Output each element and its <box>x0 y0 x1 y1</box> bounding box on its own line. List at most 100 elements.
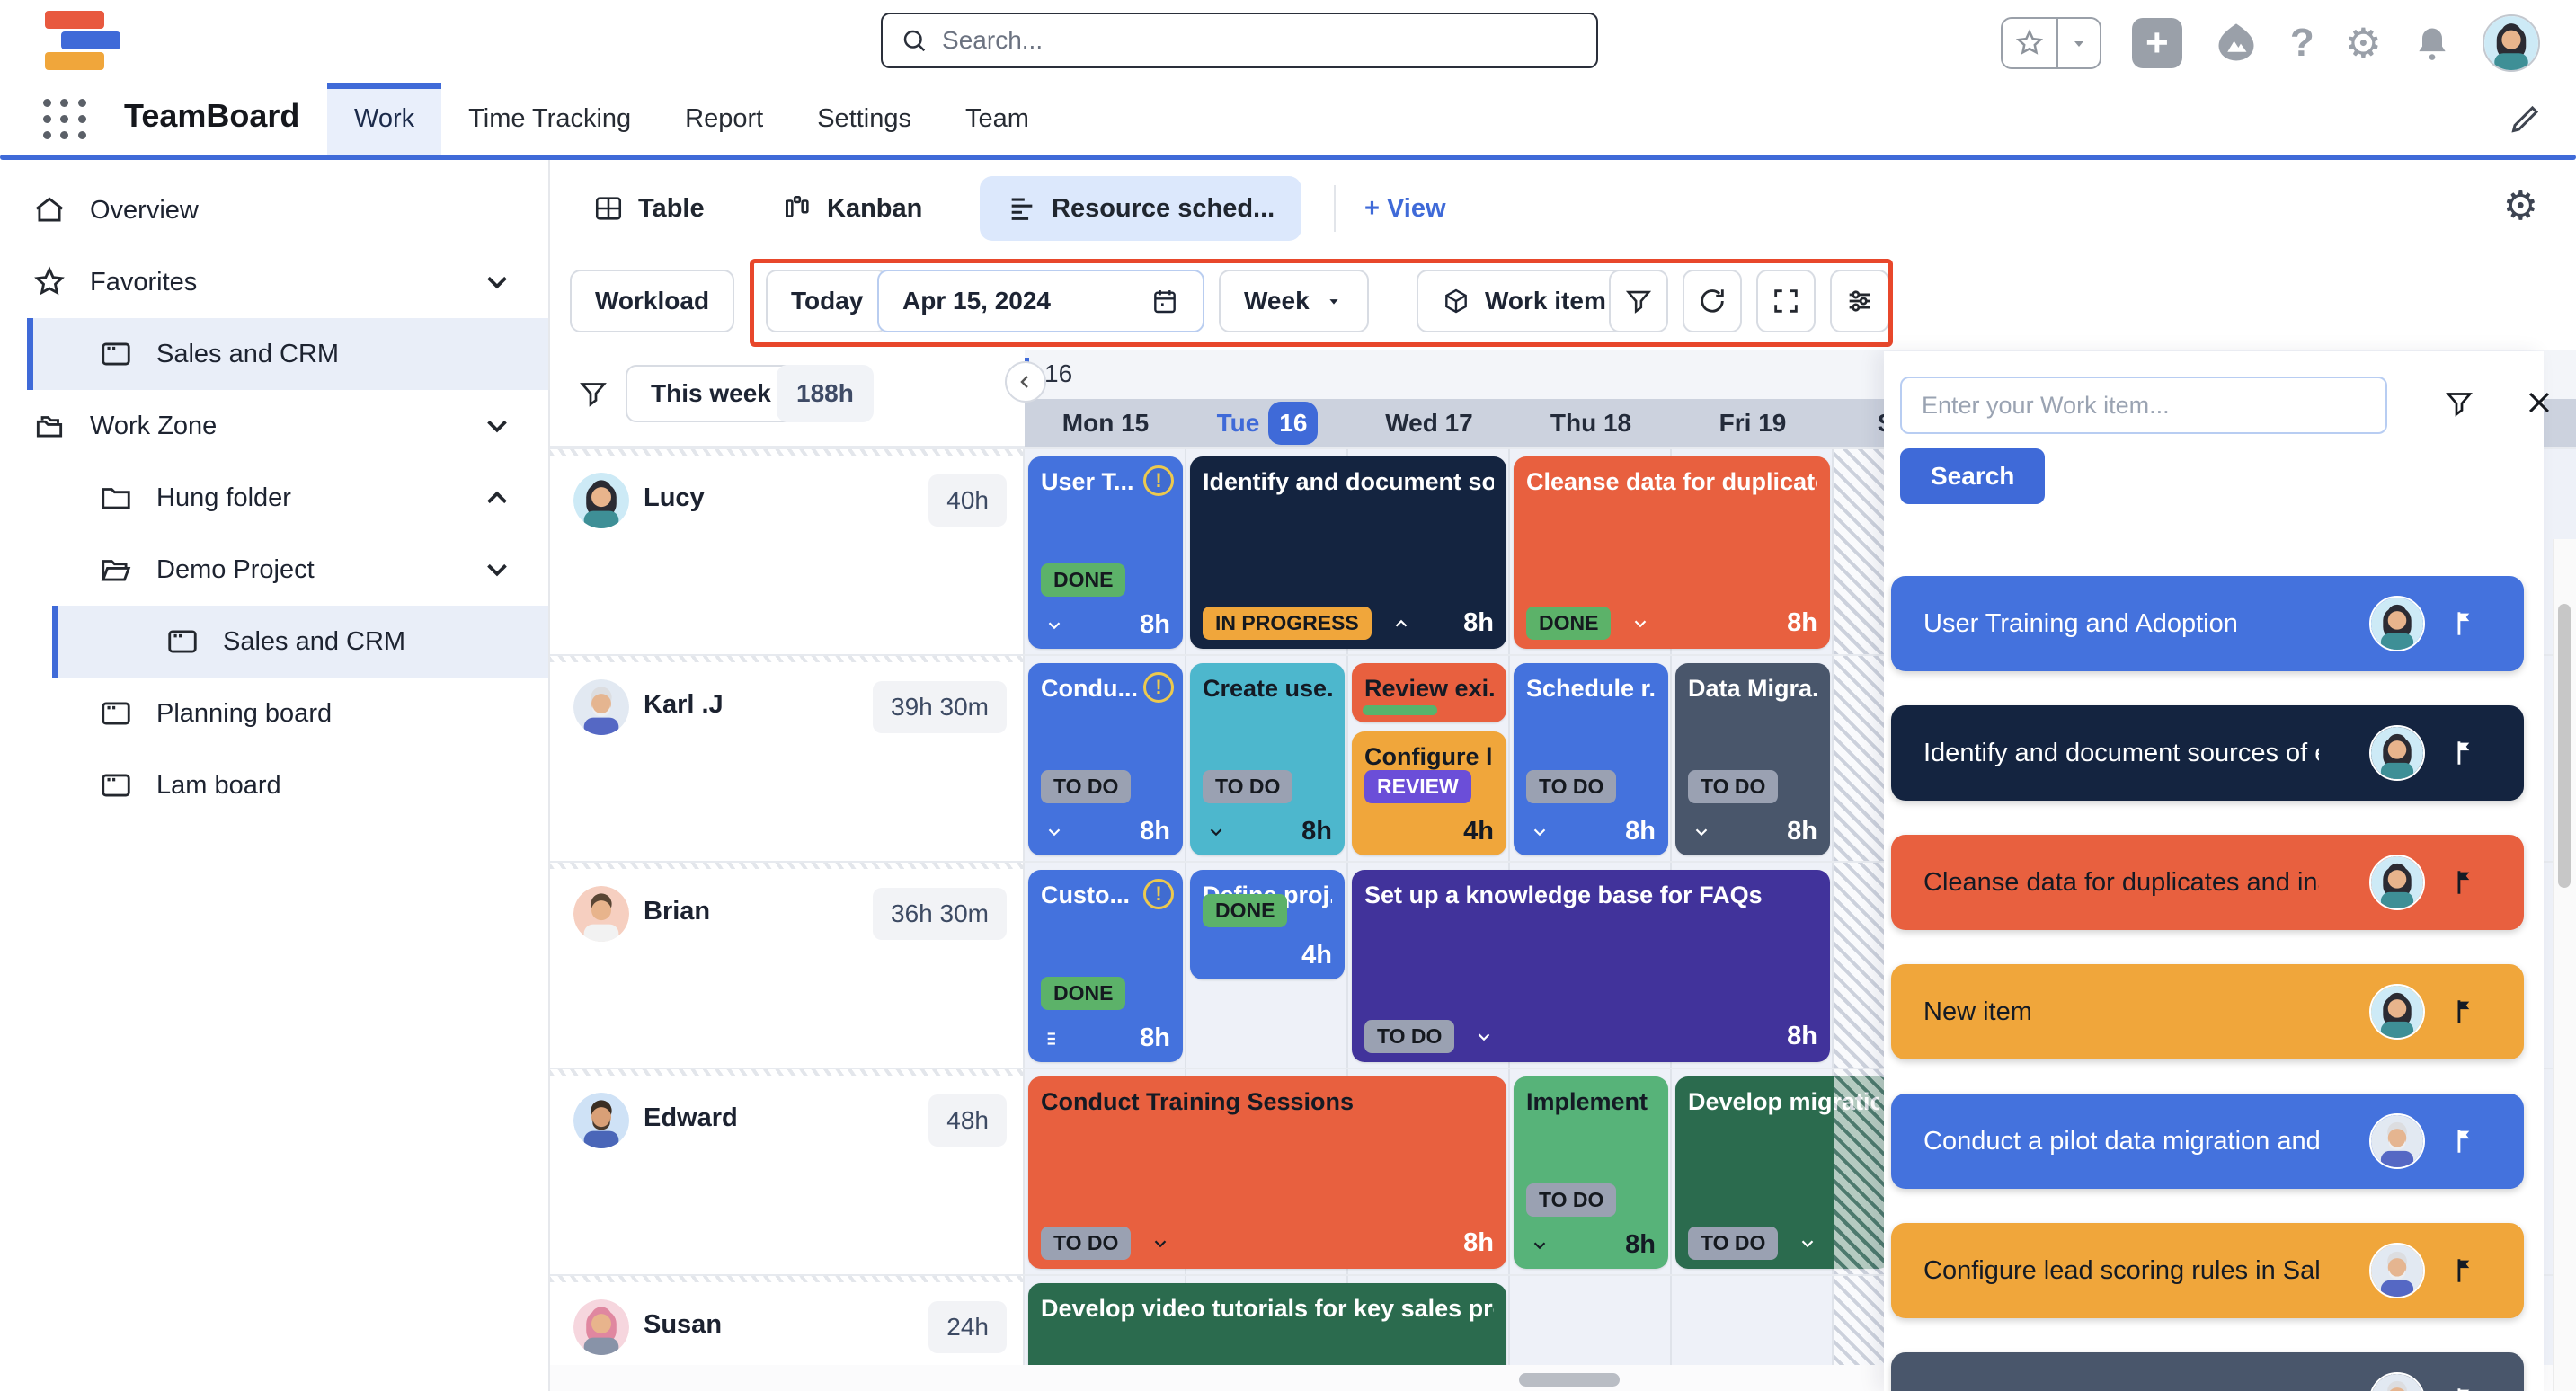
help-icon[interactable]: ? <box>2290 21 2314 66</box>
panel-work-item-user-training-and-adoption[interactable]: User Training and Adoption <box>1891 576 2524 671</box>
day-header-tue16: Tue16 <box>1186 399 1348 447</box>
star-icon[interactable] <box>2003 19 2058 67</box>
search-input[interactable] <box>942 26 1578 55</box>
nav-tab-label: Time Tracking <box>468 104 631 134</box>
gear-icon[interactable]: ⚙ <box>2345 19 2382 67</box>
task-card-data-migra[interactable]: Data Migra...TO DO8h <box>1675 663 1830 855</box>
panel-work-item-item[interactable] <box>1891 1352 2524 1391</box>
tab-kanban[interactable]: Kanban <box>782 176 922 241</box>
range-dropdown[interactable]: Week <box>1219 270 1369 332</box>
view-settings-gear-icon[interactable]: ⚙ <box>2503 183 2538 229</box>
date-picker[interactable]: Apr 15, 2024 <box>877 270 1204 332</box>
sidebar-item-label: Lam board <box>156 771 281 801</box>
sidebar-item-planning-board[interactable]: Planning board <box>0 678 548 749</box>
panel-work-item-cleanse-data-for-duplicates-and-inacc[interactable]: Cleanse data for duplicates and inacc... <box>1891 835 2524 930</box>
panel-work-item-conduct-a-pilot-data-migration-and-va[interactable]: Conduct a pilot data migration and va... <box>1891 1094 2524 1189</box>
chevron-down-icon[interactable] <box>480 265 514 299</box>
menu-icon[interactable] <box>1041 1029 1068 1049</box>
task-card-cleanse-data-for-duplicate[interactable]: Cleanse data for duplicate...DONE8h <box>1514 456 1830 649</box>
caret-down-icon[interactable] <box>2058 19 2100 67</box>
horizontal-scrollbar[interactable] <box>1519 1373 1620 1387</box>
status-badge-to-do: TO DO <box>1364 1020 1454 1053</box>
tab-resource-scheduling[interactable]: Resource sched... <box>980 176 1301 241</box>
task-card-develop-video-tutorials-for-key-sales-proce[interactable]: Develop video tutorials for key sales pr… <box>1028 1283 1506 1365</box>
sidebar-item-overview[interactable]: Overview <box>0 174 548 246</box>
vertical-scrollbar[interactable] <box>2558 604 2571 888</box>
chevron-up-icon[interactable] <box>480 481 514 515</box>
panel-close-icon[interactable] <box>2524 387 2554 418</box>
chevron-down-icon[interactable] <box>1794 1234 1821 1254</box>
avatar <box>573 886 629 942</box>
collapse-panel-button[interactable] <box>1005 361 1046 403</box>
refresh-button[interactable] <box>1683 270 1742 332</box>
task-card-define-proj[interactable]: Define proj...DONE4h <box>1190 870 1345 979</box>
task-card-review-exi[interactable]: Review exi... <box>1352 663 1506 722</box>
chevron-up-icon[interactable] <box>1388 614 1415 633</box>
edit-pencil-icon[interactable] <box>2509 102 2542 135</box>
sidebar-item-hung-folder[interactable]: Hung folder <box>0 462 548 534</box>
panel-work-item-identify-and-document-sources-of-exi[interactable]: Identify and document sources of exi... <box>1891 705 2524 801</box>
app-launcher-icon[interactable] <box>43 99 90 142</box>
sidebar-item-sales-and-crm[interactable]: Sales and CRM <box>52 606 548 678</box>
sidebar-item-sales-and-crm[interactable]: Sales and CRM <box>27 318 548 390</box>
task-card-identify-and-document-sou[interactable]: Identify and document sou...IN PROGRESS8… <box>1190 456 1506 649</box>
today-button[interactable]: Today <box>766 270 888 332</box>
panel-search-button[interactable]: Search <box>1900 448 2045 504</box>
fullscreen-button[interactable] <box>1756 270 1816 332</box>
assignee-avatar <box>2369 984 2425 1040</box>
this-week-button[interactable]: This week <box>626 365 796 422</box>
favorite-split-button[interactable] <box>2001 17 2101 69</box>
task-card-implement[interactable]: Implement ...TO DO8h <box>1514 1076 1668 1269</box>
task-card-schedule-r[interactable]: Schedule r...TO DO8h <box>1514 663 1668 855</box>
sidebar-item-demo-project[interactable]: Demo Project <box>0 534 548 606</box>
task-card-user-t[interactable]: User T...!DONE8h <box>1028 456 1183 649</box>
chevron-down-icon[interactable] <box>1041 822 1068 842</box>
chevron-down-icon[interactable] <box>1688 822 1715 842</box>
add-view-button[interactable]: + View <box>1364 176 1446 241</box>
nav-tab-time-tracking[interactable]: Time Tracking <box>441 83 658 155</box>
chevron-down-icon[interactable] <box>1627 614 1654 633</box>
resource-filter-icon[interactable] <box>577 377 609 410</box>
chevron-down-icon[interactable] <box>1203 822 1230 842</box>
sidebar-item-favorites[interactable]: Favorites <box>0 246 548 318</box>
sidebar-item-lam-board[interactable]: Lam board <box>0 749 548 821</box>
bell-icon[interactable] <box>2412 23 2452 63</box>
nav-tab-report[interactable]: Report <box>658 83 790 155</box>
chevron-down-icon[interactable] <box>480 409 514 443</box>
user-avatar[interactable] <box>2483 14 2540 72</box>
chevron-down-icon[interactable] <box>1147 1234 1174 1254</box>
nav-tab-team[interactable]: Team <box>938 83 1056 155</box>
create-button[interactable]: + <box>2132 18 2182 68</box>
settings-sliders-button[interactable] <box>1830 270 1889 332</box>
chevron-down-icon[interactable] <box>480 553 514 587</box>
apps-icon[interactable] <box>2213 20 2260 66</box>
global-search[interactable] <box>881 13 1598 68</box>
task-hours: 4h <box>1463 817 1494 846</box>
filter-button[interactable] <box>1609 270 1668 332</box>
panel-work-item-configure-lead-scoring-rules-in-salesf[interactable]: Configure lead scoring rules in Salesf..… <box>1891 1223 2524 1318</box>
chevron-down-icon[interactable] <box>1526 1236 1553 1255</box>
avatar <box>573 1299 629 1355</box>
task-card-conduct-training-sessions[interactable]: Conduct Training SessionsTO DO8h <box>1028 1076 1506 1269</box>
workload-button[interactable]: Workload <box>570 270 734 332</box>
tab-table[interactable]: Table <box>593 176 705 241</box>
assignee-avatar <box>2369 1243 2425 1298</box>
work-item-button[interactable]: Work item <box>1417 270 1631 332</box>
task-card-create-use[interactable]: Create use...TO DO8h <box>1190 663 1345 855</box>
work-item-panel: Search User Training and Adoption Identif… <box>1884 351 2544 1391</box>
chevron-down-icon[interactable] <box>1470 1027 1497 1047</box>
task-card-configure-l[interactable]: Configure l...REVIEW4h <box>1352 731 1506 855</box>
task-card-set-up-a-knowledge-base-for-faqs[interactable]: Set up a knowledge base for FAQsTO DO8h <box>1352 870 1830 1062</box>
sidebar-item-work-zone[interactable]: Work Zone <box>0 390 548 462</box>
chevron-down-icon[interactable] <box>1041 616 1068 635</box>
panel-filter-icon[interactable] <box>2443 387 2475 420</box>
work-item-title: Cleanse data for duplicates and inacc... <box>1923 835 2319 930</box>
chevron-down-icon[interactable] <box>1526 822 1553 842</box>
panel-work-item-new-item[interactable]: New item <box>1891 964 2524 1059</box>
work-item-search-input[interactable] <box>1900 377 2387 434</box>
nav-tab-settings[interactable]: Settings <box>790 83 938 155</box>
task-card-custo[interactable]: Custo...!DONE8h <box>1028 870 1183 1062</box>
task-card-condu[interactable]: Condu...!TO DO8h <box>1028 663 1183 855</box>
status-badge-to-do: TO DO <box>1203 770 1292 803</box>
nav-tab-work[interactable]: Work <box>327 83 441 155</box>
